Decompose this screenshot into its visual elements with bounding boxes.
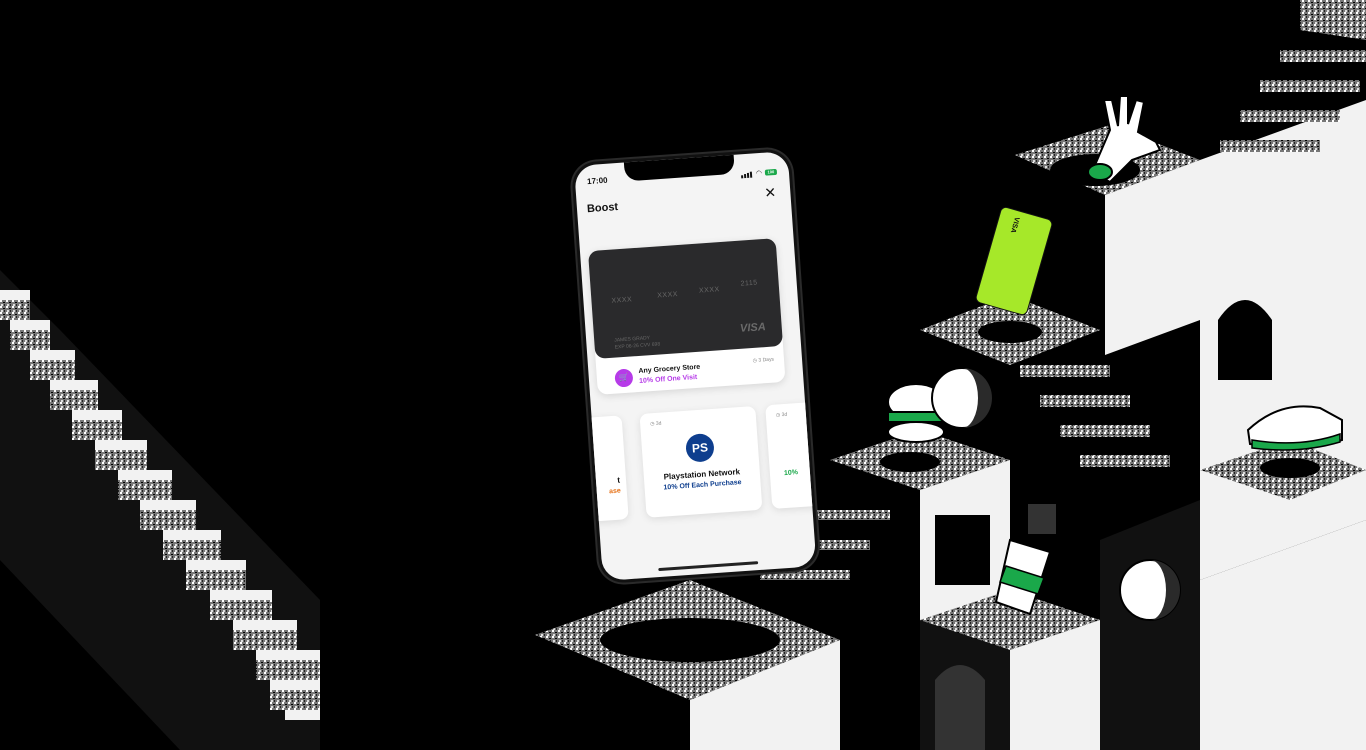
payment-card: XXXX XXXX XXXX 2115 JAMES GRADY EXP 06-2…: [587, 238, 784, 359]
featured-offer-days: ◷ 3 Days: [752, 356, 775, 365]
home-indicator: [658, 561, 759, 572]
offer-carousel[interactable]: t ase ◷ 3d PS Playstation Network 10% Of…: [574, 397, 817, 528]
status-time: 17:00: [586, 175, 608, 187]
phone-platform: [535, 580, 840, 750]
clock-icon: ◷: [649, 421, 655, 428]
offer-tile-playstation[interactable]: ◷ 3d PS Playstation Network 10% Off Each…: [639, 405, 763, 518]
card-number-group: 2115: [740, 279, 758, 288]
right-structures: [760, 0, 1366, 750]
card-number-group: XXXX: [698, 286, 720, 295]
card-number-group: XXXX: [657, 291, 679, 300]
left-staircase: [0, 270, 320, 750]
close-button[interactable]: ✕: [762, 184, 779, 201]
battery-icon: 100: [764, 168, 778, 176]
featured-offer-text: 10% Off One Visit: [638, 373, 698, 385]
card-number-group: XXXX: [611, 296, 633, 305]
playstation-icon: PS: [685, 432, 715, 463]
phone-mockup: 17:00 ◠ 100 Boost ✕ XXXX XXXX XXXX 2115 …: [574, 151, 817, 581]
status-icons: ◠ 100: [740, 163, 778, 184]
green-card-visa-label: VISA: [1008, 216, 1021, 234]
page-title: Boost: [586, 201, 619, 216]
featured-card-panel[interactable]: XXXX XXXX XXXX 2115 JAMES GRADY EXP 06-2…: [587, 238, 786, 395]
wifi-icon: ◠: [755, 169, 763, 178]
offer-tile-days: ◷ 3d: [775, 411, 788, 419]
visa-logo: VISA: [739, 321, 767, 335]
cart-icon: 🛒: [614, 368, 634, 388]
ball-icon: [931, 367, 993, 429]
ball-icon: [1119, 559, 1181, 621]
clock-icon: ◷: [752, 357, 758, 365]
offer-tile-days: ◷ 3d: [649, 420, 662, 428]
card-holder: JAMES GRADY EXP 06-26 CVV 698: [614, 334, 660, 351]
clock-icon: ◷: [775, 412, 781, 419]
signal-icon: [740, 165, 753, 184]
